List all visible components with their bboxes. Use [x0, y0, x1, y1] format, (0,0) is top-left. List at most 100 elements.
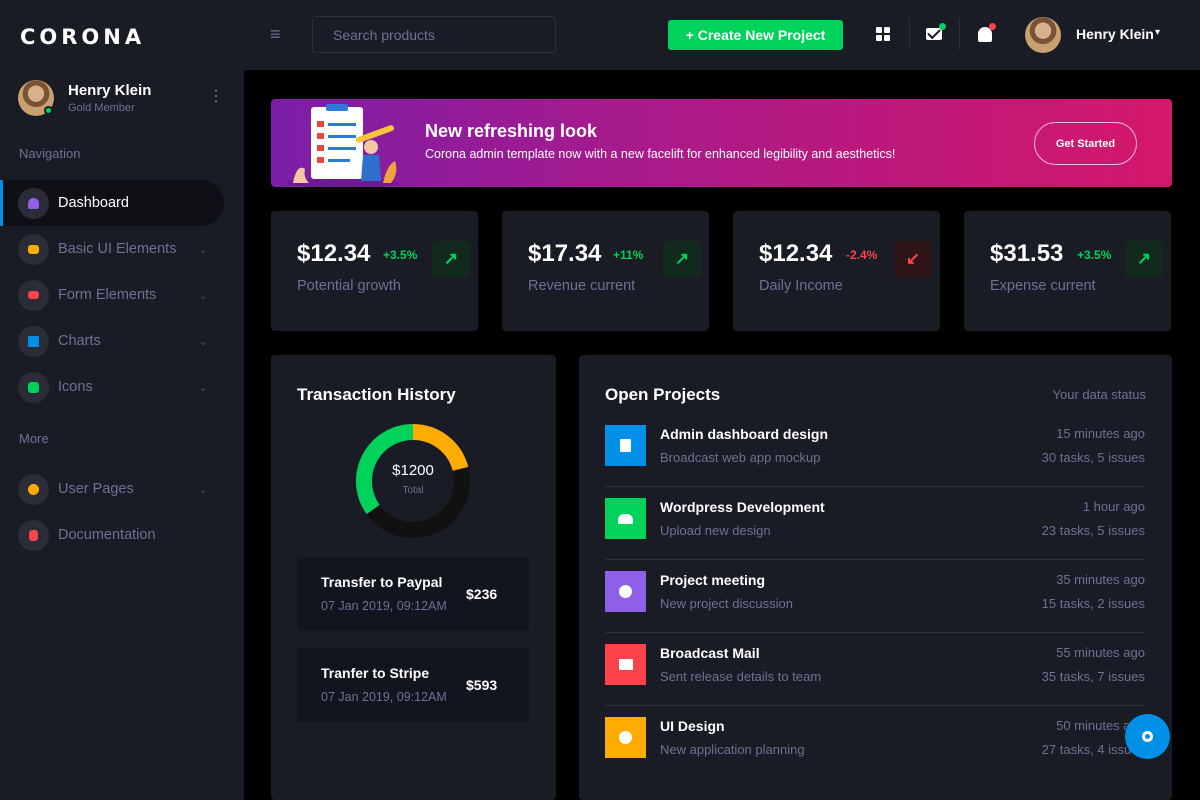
donut-total-label: Total: [402, 485, 424, 496]
stat-value: $12.34: [297, 240, 371, 267]
project-description: Sent release details to team: [660, 669, 822, 684]
transaction-item[interactable]: Tranfer to Stripe 07 Jan 2019, 09:12AM $…: [297, 648, 529, 722]
stat-change: -2.4%: [846, 248, 878, 262]
security-icon: [18, 473, 49, 505]
project-time: 15 minutes ago: [1056, 426, 1145, 441]
project-title: Broadcast Mail: [660, 645, 760, 661]
laptop-icon: [18, 233, 49, 265]
sidebar-item-basic-ui-elements[interactable]: Basic UI Elements ⌄: [0, 226, 224, 272]
sidebar-item-charts[interactable]: Charts ⌄: [0, 318, 224, 364]
stat-value: $12.34: [759, 240, 833, 267]
sidebar-item-label: User Pages: [58, 481, 134, 497]
stat-card-daily-income: $12.34 -2.4% Daily Income ↙: [733, 211, 940, 331]
sidebar-item-user-pages[interactable]: User Pages ⌄: [0, 466, 224, 512]
donut-total-value: $1200: [392, 462, 434, 479]
get-started-button[interactable]: Get Started: [1034, 122, 1137, 165]
chevron-down-icon[interactable]: ▾: [1155, 27, 1160, 38]
data-status-label: Your data status: [1052, 387, 1146, 402]
chevron-down-icon: ⌄: [198, 483, 208, 496]
profile-role: Gold Member: [68, 102, 135, 114]
project-item[interactable]: Broadcast Mail Sent release details to t…: [605, 633, 1145, 706]
stat-label: Revenue current: [528, 278, 636, 294]
brand-logo[interactable]: CORONA: [20, 25, 145, 49]
promo-banner: New refreshing look Corona admin templat…: [271, 99, 1172, 187]
project-description: Broadcast web app mockup: [660, 450, 821, 465]
topbar-divider: [909, 18, 910, 50]
topbar-user-name[interactable]: Henry Klein: [1076, 26, 1154, 42]
transaction-date: 07 Jan 2019, 09:12AM: [321, 690, 447, 704]
stat-card-expense-current: $31.53 +3.5% Expense current ↗: [964, 211, 1171, 331]
settings-icon[interactable]: [1125, 714, 1170, 759]
stat-label: Expense current: [990, 278, 1096, 294]
chart-pie-icon: [605, 717, 646, 758]
stat-card-revenue-current: $17.34 +11% Revenue current ↗: [502, 211, 709, 331]
chevron-down-icon: ⌄: [198, 289, 208, 302]
transaction-title: Tranfer to Stripe: [321, 665, 430, 681]
panel-title: Open Projects: [605, 385, 721, 404]
project-description: New application planning: [660, 742, 805, 757]
stat-change: +11%: [613, 248, 644, 262]
project-description: New project discussion: [660, 596, 793, 611]
file-icon: [605, 425, 646, 466]
cloud-upload-icon: [605, 498, 646, 539]
speedometer-icon: [18, 187, 49, 219]
hamburger-menu-icon[interactable]: ≡: [270, 24, 281, 45]
stat-value: $17.34: [528, 240, 602, 267]
file-document-icon: [18, 519, 49, 551]
profile-name: Henry Klein: [68, 82, 152, 99]
banner-subtitle: Corona admin template now with a new fac…: [425, 147, 896, 161]
arrow-bottom-left-icon: ↙: [894, 241, 932, 277]
project-tasks: 15 tasks, 2 issues: [1041, 596, 1145, 611]
sidebar: CORONA Henry Klein Gold Member ⋮ Navigat…: [0, 0, 244, 800]
sidebar-item-dashboard[interactable]: Dashboard: [0, 180, 224, 226]
stat-label: Potential growth: [297, 278, 401, 294]
mail-notification-badge: [939, 23, 946, 30]
project-item[interactable]: Project meeting New project discussion 3…: [605, 560, 1145, 633]
stat-change: +3.5%: [383, 248, 418, 262]
contacts-icon: [18, 371, 49, 403]
sidebar-profile: Henry Klein Gold Member ⋮: [18, 80, 228, 120]
project-time: 55 minutes ago: [1056, 645, 1145, 660]
transaction-title: Transfer to Paypal: [321, 574, 443, 590]
project-tasks: 35 tasks, 7 issues: [1041, 669, 1145, 684]
online-status-dot: [44, 106, 53, 115]
apps-grid-icon[interactable]: [871, 22, 895, 46]
sidebar-item-label: Icons: [58, 379, 93, 395]
chevron-down-icon: ⌄: [198, 381, 208, 394]
clock-icon: [605, 571, 646, 612]
stat-change: +3.5%: [1077, 248, 1112, 262]
mail-open-icon: [605, 644, 646, 685]
project-item[interactable]: UI Design New application planning 50 mi…: [605, 706, 1145, 779]
stat-label: Daily Income: [759, 278, 843, 294]
topbar-divider: [959, 18, 960, 50]
project-title: Admin dashboard design: [660, 426, 829, 442]
project-item[interactable]: Admin dashboard design Broadcast web app…: [605, 414, 1145, 487]
ellipsis-vertical-icon[interactable]: ⋮: [208, 86, 224, 106]
create-project-button[interactable]: + Create New Project: [668, 20, 843, 50]
project-title: UI Design: [660, 718, 725, 734]
donut-svg: [356, 424, 470, 538]
nav-heading-more: More: [19, 431, 49, 446]
project-item[interactable]: Wordpress Development Upload new design …: [605, 487, 1145, 560]
bell-notification-badge: [989, 23, 996, 30]
bell-icon[interactable]: [973, 22, 997, 46]
project-title: Wordpress Development: [660, 499, 825, 515]
chevron-down-icon: ⌄: [198, 243, 208, 256]
sidebar-item-label: Documentation: [58, 527, 156, 543]
sidebar-item-label: Form Elements: [58, 287, 157, 303]
chevron-down-icon: ⌄: [198, 335, 208, 348]
topbar: ≡ + Create New Project Henry Klein ▾: [244, 0, 1200, 70]
project-tasks: 30 tasks, 5 issues: [1041, 450, 1145, 465]
transaction-item[interactable]: Transfer to Paypal 07 Jan 2019, 09:12AM …: [297, 557, 529, 631]
arrow-top-right-icon: ↗: [663, 241, 701, 277]
transaction-amount: $593: [466, 677, 498, 693]
project-time: 35 minutes ago: [1056, 572, 1145, 587]
mail-icon[interactable]: [922, 22, 946, 46]
sidebar-item-form-elements[interactable]: Form Elements ⌄: [0, 272, 224, 318]
stat-card-potential-growth: $12.34 +3.5% Potential growth ↗: [271, 211, 478, 331]
sidebar-item-icons[interactable]: Icons ⌄: [0, 364, 224, 410]
sidebar-item-documentation[interactable]: Documentation: [0, 512, 224, 558]
search-input[interactable]: [312, 16, 556, 53]
project-tasks: 23 tasks, 5 issues: [1041, 523, 1145, 538]
avatar[interactable]: [1025, 17, 1061, 53]
